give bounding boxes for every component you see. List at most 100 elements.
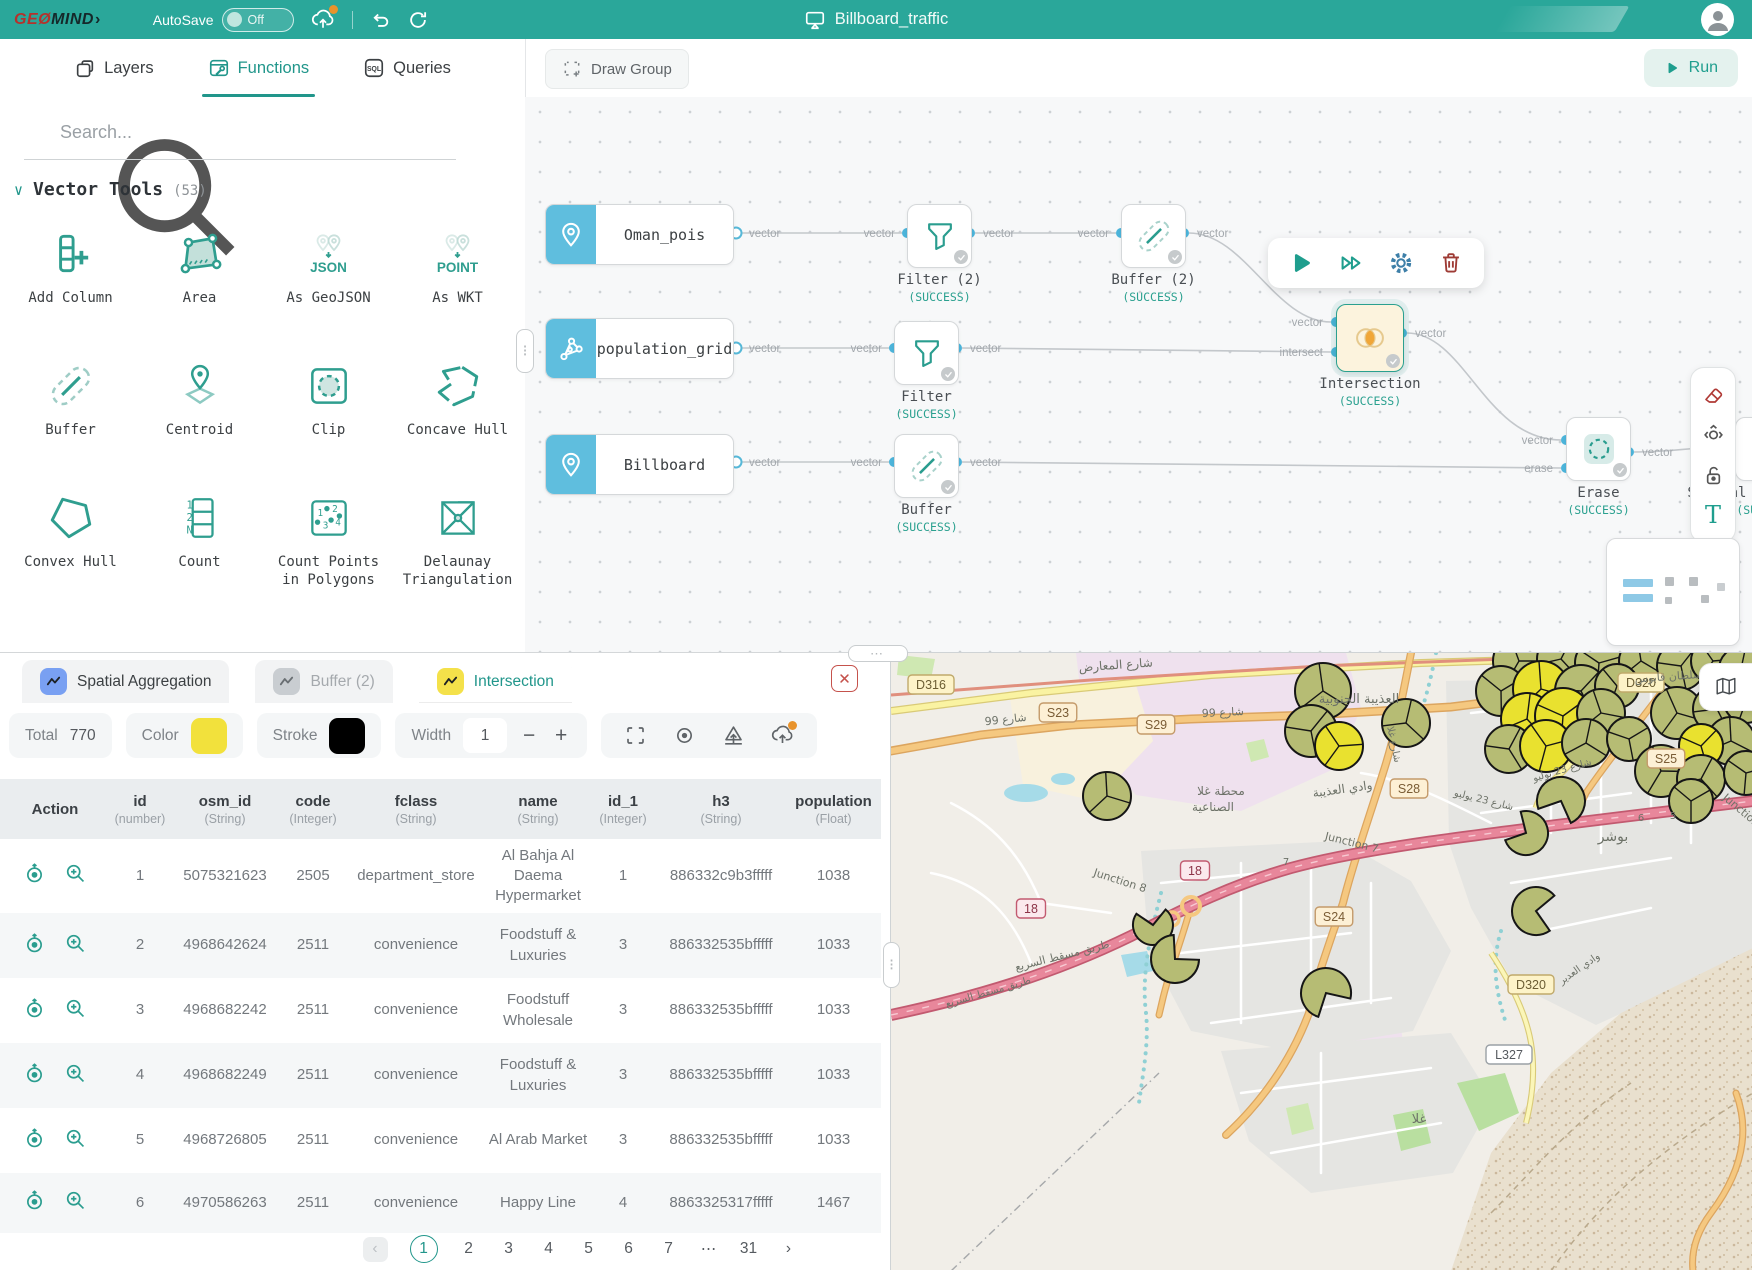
sidebar-resize-handle[interactable]: ⁝ bbox=[516, 329, 534, 373]
page-1[interactable]: 1 bbox=[410, 1235, 438, 1263]
tool-as-wkt[interactable]: POINTAs WKT bbox=[393, 215, 522, 347]
tab-layers[interactable]: Layers bbox=[74, 39, 154, 97]
run-node-icon[interactable] bbox=[1287, 249, 1315, 277]
column-header-action[interactable]: Action bbox=[0, 801, 110, 818]
result-tab-buffer-2-[interactable]: Buffer (2) bbox=[255, 660, 392, 703]
unlock-icon[interactable] bbox=[1701, 463, 1726, 488]
function-node-buffer[interactable]: Buffer(SUCCESS) bbox=[894, 434, 959, 498]
run-downstream-icon[interactable] bbox=[1337, 249, 1365, 277]
tool-centroid[interactable]: Centroid bbox=[135, 347, 264, 479]
function-node-intersection[interactable]: Intersection(SUCCESS) bbox=[1336, 304, 1404, 372]
tool-add-column[interactable]: Add Column bbox=[6, 215, 135, 347]
locate-icon[interactable] bbox=[23, 1189, 46, 1217]
result-tab-intersection[interactable]: Intersection bbox=[419, 660, 572, 703]
export-layer-icon[interactable] bbox=[721, 723, 746, 748]
page-3[interactable]: 3 bbox=[500, 1240, 518, 1258]
tab-functions[interactable]: Functions bbox=[208, 39, 310, 97]
minimap-preview[interactable] bbox=[1606, 538, 1740, 646]
tool-buffer[interactable]: Buffer bbox=[6, 347, 135, 479]
zoom-in-icon[interactable] bbox=[64, 1062, 87, 1090]
stroke-chip[interactable]: Stroke bbox=[257, 713, 382, 758]
function-node-erase[interactable]: Erase(SUCCESS) bbox=[1566, 417, 1631, 481]
autosave-toggle[interactable]: Off bbox=[222, 8, 294, 32]
tab-queries[interactable]: Queries bbox=[363, 39, 451, 97]
page-6[interactable]: 6 bbox=[620, 1240, 638, 1258]
page-next[interactable]: › bbox=[780, 1240, 798, 1258]
locate-icon[interactable] bbox=[23, 1127, 46, 1155]
eraser-icon[interactable] bbox=[1701, 382, 1726, 407]
width-value[interactable]: 1 bbox=[463, 718, 507, 753]
close-panel-button[interactable] bbox=[831, 665, 858, 692]
column-header-code[interactable]: code(Integer) bbox=[280, 793, 346, 826]
run-button[interactable]: Run bbox=[1644, 49, 1738, 87]
table-row[interactable]: 449686822492511convenienceFoodstuff & Lu… bbox=[0, 1043, 881, 1108]
page-2[interactable]: 2 bbox=[460, 1240, 478, 1258]
table-row[interactable]: 549687268052511convenienceAl Arab Market… bbox=[0, 1108, 881, 1173]
pan-icon[interactable] bbox=[1701, 422, 1726, 447]
search-input[interactable] bbox=[58, 115, 452, 149]
zoom-in-icon[interactable] bbox=[64, 932, 87, 960]
avatar[interactable] bbox=[1701, 3, 1734, 36]
redo-icon[interactable] bbox=[407, 9, 429, 31]
result-tab-spatial-aggregation[interactable]: Spatial Aggregation bbox=[22, 660, 229, 703]
source-node-billboard[interactable]: Billboard bbox=[545, 434, 734, 495]
color-chip[interactable]: Color bbox=[126, 713, 243, 758]
source-node-oman-pois[interactable]: Oman_pois bbox=[545, 204, 734, 265]
section-header[interactable]: ∨ Vector Tools (53) bbox=[14, 179, 207, 200]
tool-convex-hull[interactable]: Convex Hull bbox=[6, 479, 135, 611]
color-swatch[interactable] bbox=[191, 718, 227, 754]
locate-icon[interactable] bbox=[23, 932, 46, 960]
column-header-h3[interactable]: h3(String) bbox=[656, 793, 786, 826]
function-node-spatial-aggregation[interactable]: Spatial Aggregation(SUCCESS) bbox=[1735, 417, 1752, 481]
page-7[interactable]: 7 bbox=[660, 1240, 678, 1258]
page-5[interactable]: 5 bbox=[580, 1240, 598, 1258]
locate-icon[interactable] bbox=[23, 997, 46, 1025]
sort-icon[interactable] bbox=[450, 117, 474, 141]
tool-delaunay-triangulation[interactable]: Delaunay Triangulation bbox=[393, 479, 522, 611]
fit-bounds-icon[interactable] bbox=[623, 723, 648, 748]
column-header-id[interactable]: id(number) bbox=[110, 793, 170, 826]
page-4[interactable]: 4 bbox=[540, 1240, 558, 1258]
function-node-filter[interactable]: Filter(SUCCESS) bbox=[894, 321, 959, 385]
locate-icon[interactable] bbox=[23, 1062, 46, 1090]
cloud-sync-icon[interactable] bbox=[310, 7, 336, 33]
column-header-name[interactable]: name(String) bbox=[486, 793, 590, 826]
app-logo[interactable]: GEØMIND› bbox=[14, 11, 101, 29]
column-header-fclass[interactable]: fclass(String) bbox=[346, 793, 486, 826]
trash-icon[interactable] bbox=[1437, 249, 1465, 277]
function-node-buffer-2-[interactable]: Buffer (2)(SUCCESS) bbox=[1121, 204, 1186, 268]
column-header-population[interactable]: population(Float) bbox=[786, 793, 881, 826]
column-header-id-1[interactable]: id_1(Integer) bbox=[590, 793, 656, 826]
zoom-in-icon[interactable] bbox=[64, 862, 87, 890]
draw-group-button[interactable]: Draw Group bbox=[545, 49, 689, 89]
table-row[interactable]: 349686822422511convenienceFoodstuff Whol… bbox=[0, 978, 881, 1043]
bottom-panel-resize-handle[interactable]: ⋯ bbox=[848, 645, 908, 662]
tool-area[interactable]: Area bbox=[135, 215, 264, 347]
tool-count-points-in-polygons[interactable]: Count Points in Polygons bbox=[264, 479, 393, 611]
zoom-in-icon[interactable] bbox=[64, 1189, 87, 1217]
tool-as-geojson[interactable]: JSONAs GeoJSON bbox=[264, 215, 393, 347]
tool-clip[interactable]: Clip bbox=[264, 347, 393, 479]
node-canvas[interactable]: vectorvectorvectorvectorvectorvectorvect… bbox=[525, 97, 1752, 652]
visibility-icon[interactable] bbox=[672, 723, 697, 748]
page-31[interactable]: 31 bbox=[740, 1240, 758, 1258]
text-tool-icon[interactable]: T bbox=[1701, 503, 1726, 528]
zoom-in-icon[interactable] bbox=[64, 1127, 87, 1155]
gear-icon[interactable] bbox=[1387, 249, 1415, 277]
cloud-upload-icon[interactable] bbox=[770, 723, 795, 748]
source-node-population-grid[interactable]: population_grid bbox=[545, 318, 734, 379]
map-resize-handle[interactable]: ⁝ bbox=[883, 942, 900, 988]
table-row[interactable]: 150753216232505department_storeAl Bahja … bbox=[0, 839, 881, 913]
width-plus-button[interactable]: + bbox=[551, 724, 571, 748]
map-view[interactable]: D316S23S29S28S25S24D320D320L3271818 شارع… bbox=[890, 652, 1752, 1270]
zoom-in-icon[interactable] bbox=[64, 997, 87, 1025]
table-row[interactable]: 249686426242511convenienceFoodstuff & Lu… bbox=[0, 913, 881, 978]
stroke-swatch[interactable] bbox=[329, 718, 365, 754]
column-header-osm-id[interactable]: osm_id(String) bbox=[170, 793, 280, 826]
tool-count[interactable]: Count bbox=[135, 479, 264, 611]
width-minus-button[interactable]: − bbox=[519, 724, 539, 748]
page-⋯[interactable]: ⋯ bbox=[700, 1240, 718, 1259]
undo-icon[interactable] bbox=[369, 9, 391, 31]
function-node-filter-2-[interactable]: Filter (2)(SUCCESS) bbox=[907, 204, 972, 268]
locate-icon[interactable] bbox=[23, 862, 46, 890]
